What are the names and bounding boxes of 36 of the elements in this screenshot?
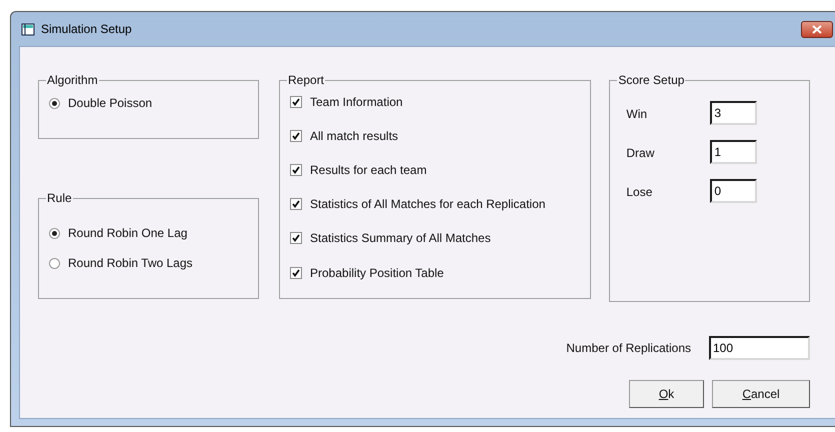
replications-label: Number of Replications: [566, 341, 691, 355]
score-input[interactable]: 3: [710, 101, 758, 125]
checkbox-label: Probability Position Table: [310, 266, 444, 280]
checkbox-label: Statistics of All Matches for each Replication: [310, 197, 546, 212]
group-title: Algorithm: [46, 73, 99, 87]
checkbox-label: All match results: [310, 128, 398, 143]
checkbox[interactable]: [290, 266, 302, 279]
score-input[interactable]: 1: [710, 140, 758, 164]
checkbox-label: Results for each team: [310, 163, 427, 178]
radio-button[interactable]: [49, 258, 60, 268]
field-label: Draw: [625, 146, 656, 160]
field-label: Lose: [625, 185, 654, 199]
group-title: Rule: [46, 191, 73, 205]
ok-button[interactable]: Ok: [629, 380, 704, 408]
checkbox[interactable]: [290, 232, 302, 244]
radio-label: Round Robin Two Lags: [68, 256, 193, 270]
radio-button[interactable]: [49, 228, 60, 238]
radio-label: Round Robin One Lag: [68, 226, 188, 240]
window-title: Simulation Setup: [41, 22, 133, 36]
cancel-button[interactable]: Cancel: [712, 380, 810, 408]
radio-button[interactable]: [49, 98, 60, 108]
close-icon: [812, 24, 822, 34]
radio-label: Double Poisson: [68, 96, 152, 110]
window-icon: [21, 22, 35, 36]
checkbox[interactable]: [290, 96, 302, 108]
field-label: Win: [625, 107, 648, 121]
replications-input[interactable]: 100: [709, 336, 810, 360]
checkbox[interactable]: [290, 130, 302, 142]
close-button[interactable]: [801, 20, 833, 38]
group-title: Report: [287, 73, 326, 87]
checkbox-label: Team Information: [310, 94, 403, 109]
checkbox[interactable]: [290, 198, 302, 210]
group-title: Score Setup: [617, 73, 686, 87]
score-input[interactable]: 0: [710, 179, 758, 203]
checkbox-label: Statistics Summary of All Matches: [310, 231, 491, 246]
checkbox[interactable]: [290, 164, 302, 176]
